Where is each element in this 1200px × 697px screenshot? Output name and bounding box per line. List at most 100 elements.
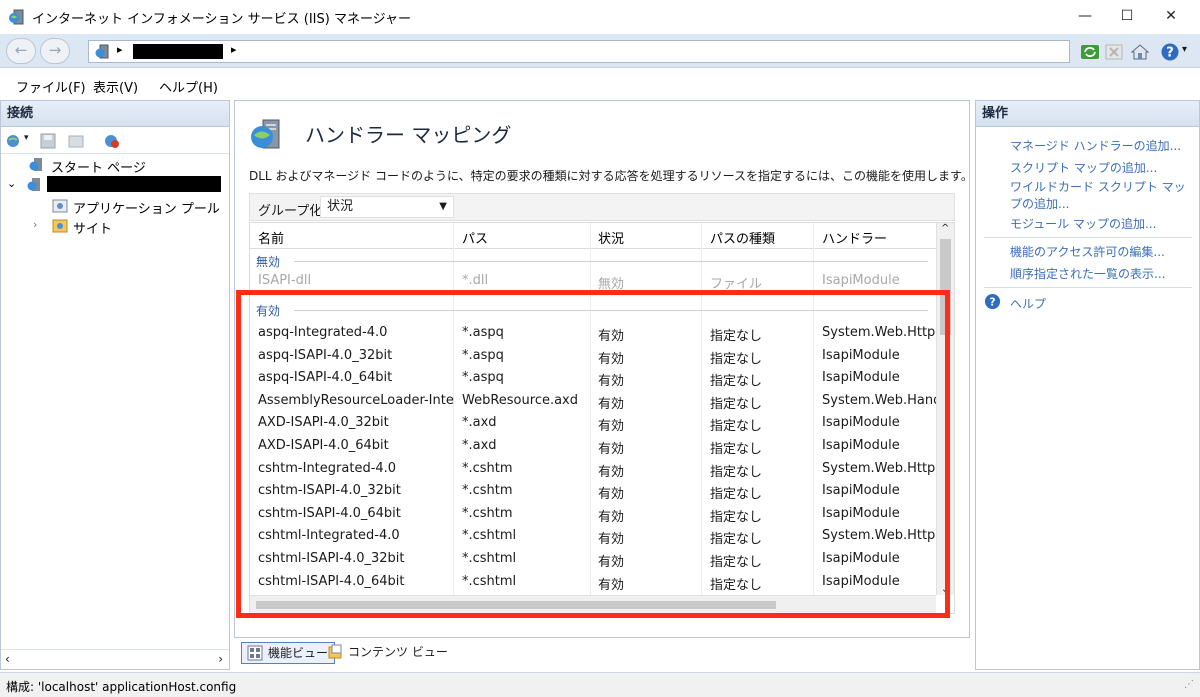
table-row[interactable]: cshtml-ISAPI-4.0_32bit *.cshtml 有効 指定なし Isap…	[250, 548, 936, 571]
save-icon[interactable]	[39, 132, 57, 150]
grid-header: 名前 ^ パス 状況 パスの種類 ハンドラー	[250, 223, 936, 249]
tree-expand-sites[interactable]: ›	[33, 218, 37, 231]
table-row[interactable]: cshtm-Integrated-4.0 *.cshtm 有効 指定なし System.…	[250, 458, 936, 481]
table-cell: *.cshtml	[462, 528, 517, 544]
back-button[interactable]: ←	[6, 38, 36, 64]
action-add-script-map[interactable]: スクリプト マップの追加...	[1010, 159, 1157, 176]
table-cell: System.Web.HttpFo	[822, 528, 936, 544]
table-row[interactable]: AXD-ISAPI-4.0_64bit *.axd 有効 指定なし IsapiModul…	[250, 435, 936, 458]
column-header-path[interactable]: パス	[462, 228, 488, 247]
table-cell: 有効	[598, 464, 625, 480]
chevron-down-icon: ▼	[439, 201, 447, 212]
table-cell: 指定なし	[710, 351, 763, 367]
table-cell: *.aspq	[462, 325, 504, 340]
grid-vertical-scrollbar[interactable]: ^ ⌄	[936, 223, 954, 595]
table-cell: 指定なし	[710, 577, 763, 593]
stop-icon[interactable]	[1104, 42, 1124, 62]
minimize-button[interactable]: —	[1062, 0, 1108, 34]
connect-icon[interactable]	[5, 132, 23, 150]
table-cell: IsapiModule	[822, 273, 900, 288]
actions-panel: 操作 マネージド ハンドラーの追加... スクリプト マップの追加... ワイル…	[975, 100, 1200, 670]
column-header-state[interactable]: 状況	[598, 228, 624, 247]
table-row[interactable]: cshtm-ISAPI-4.0_32bit *.cshtm 有効 指定なし IsapiM…	[250, 480, 936, 503]
actions-divider	[984, 287, 1192, 288]
address-separator[interactable]: ▸	[231, 43, 237, 56]
forward-button[interactable]: →	[40, 38, 70, 64]
scroll-down-icon[interactable]: ⌄	[941, 584, 949, 595]
action-add-managed-handler[interactable]: マネージド ハンドラーの追加...	[1010, 137, 1181, 154]
tree-sites[interactable]: サイト	[73, 218, 112, 237]
connect-dropdown-arrow[interactable]: ▾	[24, 133, 29, 143]
maximize-button[interactable]: ☐	[1104, 0, 1150, 34]
tab-features-view[interactable]: 機能ビュー	[241, 642, 336, 664]
table-cell: ファイル	[710, 277, 763, 292]
table-cell: 指定なし	[710, 487, 763, 503]
disconnect-icon[interactable]	[103, 132, 121, 150]
content-view-icon	[328, 644, 342, 659]
table-row[interactable]: AssemblyResourceLoader-Inte... WebResourc…	[250, 390, 936, 413]
table-row[interactable]: aspq-Integrated-4.0 *.aspq 有効 指定なし System.We…	[250, 322, 936, 345]
table-row[interactable]: cshtm-ISAPI-4.0_64bit *.cshtm 有効 指定なし IsapiM…	[250, 503, 936, 526]
menu-view[interactable]: 表示(V)	[93, 77, 138, 96]
scroll-left-icon[interactable]: ‹	[5, 652, 10, 666]
actions-header: 操作	[976, 101, 1199, 127]
close-button[interactable]: ✕	[1148, 0, 1194, 34]
title-bar: インターネット インフォメーション サービス (IIS) マネージャー — ☐ …	[0, 0, 1200, 34]
group-by-select[interactable]: 状況 ▼	[320, 196, 454, 218]
tree-app-pools[interactable]: アプリケーション プール	[73, 198, 220, 217]
table-row[interactable]: cshtml-ISAPI-4.0_64bit *.cshtml 有効 指定なし Isap…	[250, 571, 936, 594]
home-icon[interactable]	[1130, 42, 1150, 62]
action-edit-permissions[interactable]: 機能のアクセス許可の編集...	[1010, 243, 1165, 260]
group-by-label: グループ化:	[258, 204, 327, 219]
tab-content-view-label: コンテンツ ビュー	[348, 645, 448, 659]
table-cell: 有効	[598, 374, 625, 390]
refresh-icon[interactable]	[1080, 42, 1100, 62]
table-cell: *.cshtm	[462, 460, 513, 476]
menu-help[interactable]: ヘルプ(H)	[159, 77, 218, 96]
tree-start-page[interactable]: スタート ページ	[51, 157, 146, 176]
table-cell: aspq-ISAPI-4.0_64bit	[258, 370, 393, 386]
resize-grip-icon[interactable]: ⋰	[1184, 679, 1194, 690]
scroll-up-icon[interactable]: ^	[941, 223, 949, 234]
tab-content-view[interactable]: コンテンツ ビュー	[322, 642, 454, 664]
group-header-enabled[interactable]: 有効	[256, 302, 280, 319]
table-row[interactable]: aspq-ISAPI-4.0_32bit *.aspq 有効 指定なし IsapiMod…	[250, 345, 936, 368]
table-cell: ISAPI-dll	[258, 273, 312, 288]
redacted-server-name	[133, 44, 223, 59]
table-cell: 指定なし	[710, 509, 763, 525]
connections-scrollbar[interactable]: ‹ ›	[1, 649, 229, 669]
action-view-ordered-list[interactable]: 順序指定された一覧の表示...	[1010, 265, 1165, 282]
grid-horizontal-scrollbar[interactable]	[250, 595, 936, 613]
address-bar[interactable]: ▸ ▸	[88, 40, 1070, 63]
table-row[interactable]: cshtml-Integrated-4.0 *.cshtml 有効 指定なし Syste…	[250, 525, 936, 548]
group-header-disabled[interactable]: 無効	[256, 253, 280, 270]
action-add-wildcard-script-map[interactable]: ワイルドカード スクリプト マップの追加...	[1010, 179, 1190, 213]
menu-file[interactable]: ファイル(F)	[16, 77, 86, 96]
redacted-server-node[interactable]	[47, 176, 221, 192]
action-help[interactable]: ヘルプ	[1010, 295, 1046, 312]
scroll-right-icon[interactable]: ›	[218, 652, 223, 666]
status-text: 構成: 'localhost' applicationHost.config	[6, 680, 237, 694]
tree-expand-server[interactable]: ⌄	[7, 177, 16, 190]
up-level-icon[interactable]	[67, 132, 85, 150]
help-icon[interactable]: ?	[1160, 42, 1180, 62]
help-dropdown-arrow[interactable]: ▾	[1182, 44, 1187, 55]
table-row[interactable]: aspq-ISAPI-4.0_64bit *.aspq 有効 指定なし IsapiMod…	[250, 367, 936, 390]
group-by-value: 状況	[327, 199, 354, 214]
column-header-handler[interactable]: ハンドラー	[822, 228, 887, 247]
app-pool-icon	[52, 199, 68, 213]
server-icon	[95, 44, 109, 59]
table-cell: IsapiModule	[822, 483, 900, 499]
column-header-name[interactable]: 名前	[258, 228, 284, 247]
column-header-path-type[interactable]: パスの種類	[710, 228, 775, 247]
table-row[interactable]: AXD-ISAPI-4.0_32bit *.axd 有効 指定なし IsapiModul…	[250, 412, 936, 435]
table-cell: System.Web.Handl	[822, 392, 936, 408]
scroll-thumb[interactable]	[940, 239, 951, 335]
address-separator[interactable]: ▸	[117, 43, 123, 56]
table-cell: *.cshtm	[462, 483, 513, 499]
action-add-module-map[interactable]: モジュール マップの追加...	[1010, 215, 1156, 232]
table-cell: IsapiModule	[822, 573, 900, 589]
table-cell: 指定なし	[710, 464, 763, 480]
scroll-thumb[interactable]	[256, 601, 776, 609]
table-row[interactable]: ISAPI-dll *.dll 無効 ファイル IsapiModule	[250, 270, 936, 293]
